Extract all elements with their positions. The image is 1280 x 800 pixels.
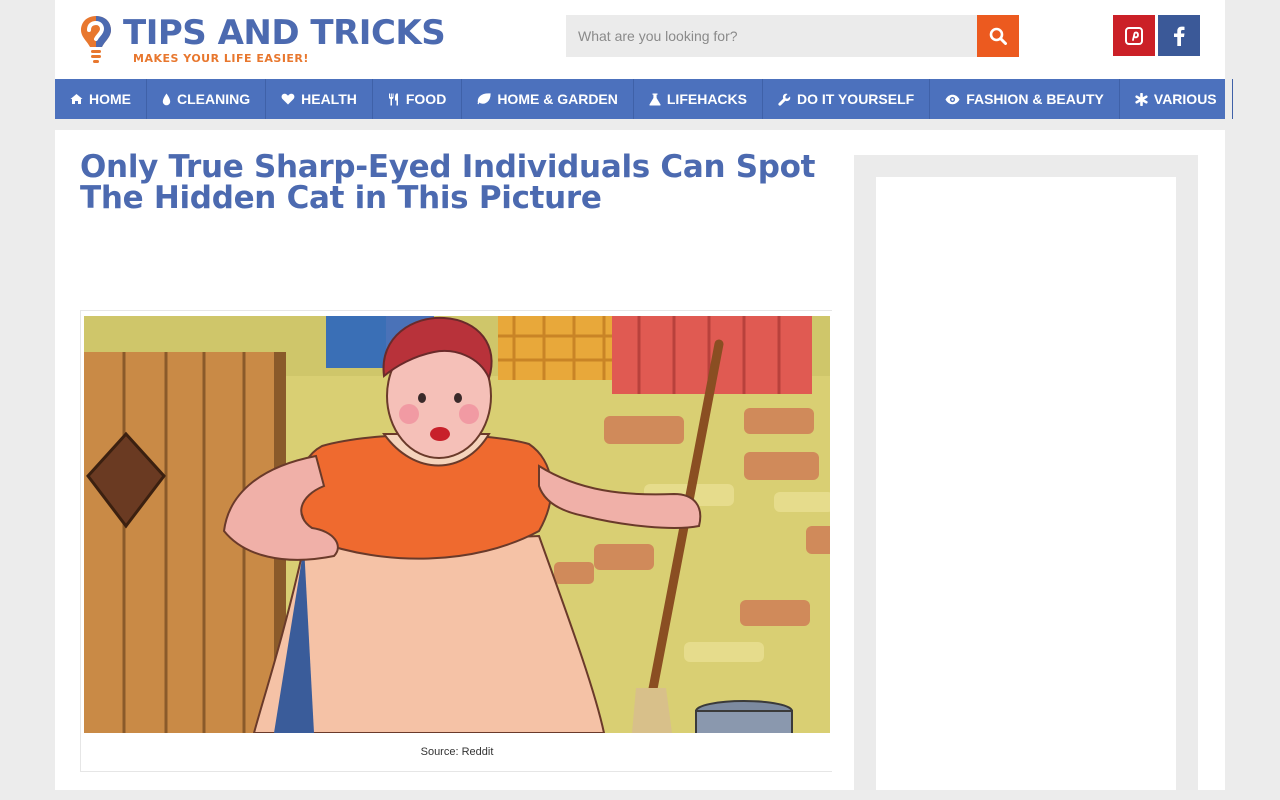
nav-item-label: FOOD [405, 91, 447, 107]
facebook-button[interactable] [1158, 15, 1200, 56]
nav-item-fashion-beauty[interactable]: FASHION & BEAUTY [930, 79, 1120, 119]
search-icon [989, 27, 1007, 45]
nav-item-label: VARIOUS [1153, 91, 1217, 107]
ad-slot [876, 177, 1176, 790]
pinterest-button[interactable] [1113, 15, 1155, 56]
article-image [84, 316, 830, 733]
eye-icon [945, 94, 960, 104]
nav-item-food[interactable]: FOOD [373, 79, 463, 119]
drop-icon [162, 93, 171, 105]
search-input[interactable] [566, 15, 977, 57]
article-title: Only True Sharp-Eyed Individuals Can Spo… [80, 149, 816, 216]
nav-item-lifehacks[interactable]: LIFEHACKS [634, 79, 763, 119]
image-caption: Source: Reddit [420, 746, 494, 758]
leaf-icon [477, 93, 491, 105]
nav-item-label: HEALTH [301, 91, 357, 107]
flask-icon [649, 93, 661, 105]
nav-item-label: CLEANING [177, 91, 251, 107]
main-navigation: HOME CLEANING HEALTH FOOD HOME & GARDEN … [55, 79, 1233, 119]
cutlery-icon [388, 93, 398, 105]
facebook-icon [1174, 26, 1185, 46]
nav-item-label: LIFEHACKS [666, 91, 747, 107]
nav-item-cleaning[interactable]: CLEANING [147, 79, 267, 119]
article-figure: Source: Reddit [80, 310, 832, 772]
nav-item-home[interactable]: HOME [55, 79, 147, 119]
site-logo[interactable]: TIPS AND TRICKS MAKES YOUR LIFE EASIER! [79, 13, 479, 66]
site-tagline: MAKES YOUR LIFE EASIER! [133, 52, 309, 65]
nav-item-label: DO IT YOURSELF [797, 91, 915, 107]
pinterest-icon [1125, 26, 1143, 45]
search-button[interactable] [977, 15, 1019, 57]
site-title: TIPS AND TRICKS [123, 13, 446, 53]
site-header: TIPS AND TRICKS MAKES YOUR LIFE EASIER! [55, 0, 1225, 79]
asterisk-icon [1135, 92, 1148, 106]
nav-item-label: HOME [89, 91, 131, 107]
search-form [566, 15, 1019, 57]
heart-icon [281, 93, 295, 105]
nav-item-label: FASHION & BEAUTY [966, 91, 1104, 107]
nav-item-do-it-yourself[interactable]: DO IT YOURSELF [763, 79, 931, 119]
nav-item-various[interactable]: VARIOUS [1120, 79, 1233, 119]
sidebar [854, 155, 1198, 790]
wrench-icon [778, 93, 791, 106]
lightbulb-logo-icon [81, 16, 111, 63]
nav-item-home-garden[interactable]: HOME & GARDEN [462, 79, 634, 119]
home-icon [70, 94, 83, 104]
nav-item-label: HOME & GARDEN [497, 91, 618, 107]
content-area: Only True Sharp-Eyed Individuals Can Spo… [55, 130, 1225, 790]
nav-item-health[interactable]: HEALTH [266, 79, 373, 119]
